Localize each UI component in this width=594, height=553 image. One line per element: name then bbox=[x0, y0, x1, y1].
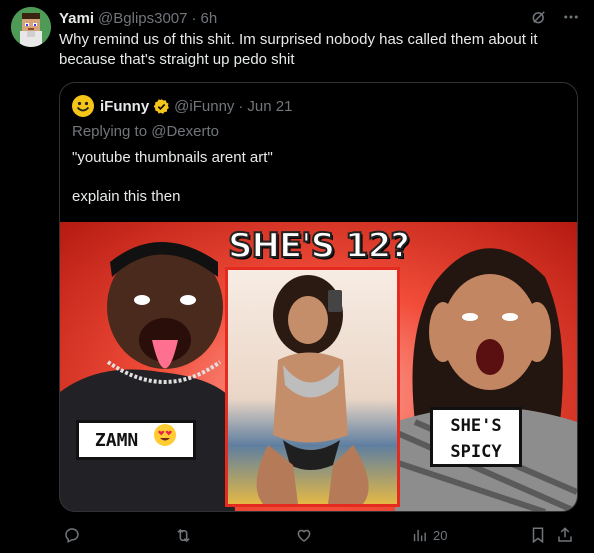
views-icon bbox=[411, 527, 428, 544]
caption-right-line1: SHE'S bbox=[450, 416, 502, 436]
views-count: 20 bbox=[433, 527, 448, 543]
replying-prefix: Replying to bbox=[72, 123, 148, 140]
post-header: Yami @Bglips3007 · 6h bbox=[59, 8, 217, 28]
post-text: Why remind us of this shit. Im surprised… bbox=[59, 31, 538, 68]
caption-right: SHE'S SPICY bbox=[430, 407, 522, 467]
reply-icon bbox=[63, 526, 81, 544]
grok-icon[interactable] bbox=[530, 8, 548, 26]
separator-dot: · bbox=[238, 97, 244, 115]
verified-badge-icon bbox=[153, 98, 170, 115]
bookmark-button[interactable] bbox=[529, 522, 547, 548]
reply-button[interactable] bbox=[63, 522, 81, 548]
like-button[interactable] bbox=[295, 522, 313, 548]
quote-media-image[interactable]: SHE'S 12? ZAMN SHE'S SPICY bbox=[60, 222, 577, 511]
retweet-button[interactable] bbox=[174, 522, 193, 548]
quote-author-handle[interactable]: @iFunny bbox=[174, 98, 234, 115]
retweet-icon bbox=[174, 526, 193, 545]
caption-right-line2: SPICY bbox=[450, 442, 502, 462]
share-icon bbox=[556, 526, 574, 544]
post-top-actions bbox=[530, 8, 580, 26]
quote-text-line2: explain this then bbox=[72, 188, 181, 205]
share-button[interactable] bbox=[556, 522, 574, 548]
caption-left-text: ZAMN bbox=[94, 430, 139, 451]
quoted-tweet[interactable]: iFunny @iFunny · Jun 21 Replying to @Dex… bbox=[59, 82, 578, 512]
author-handle[interactable]: @Bglips3007 bbox=[98, 10, 187, 27]
replying-mention[interactable]: @Dexerto bbox=[151, 123, 219, 140]
tweet[interactable]: Yami @Bglips3007 · 6h Why remind us of t… bbox=[0, 0, 594, 553]
post-actions-bar: 20 bbox=[59, 522, 578, 548]
quote-header: iFunny @iFunny · Jun 21 bbox=[72, 95, 292, 117]
quote-text-line1: "youtube thumbnails arent art" bbox=[72, 149, 273, 166]
heart-eyes-emoji-icon bbox=[153, 423, 177, 459]
quote-avatar[interactable] bbox=[72, 95, 94, 117]
caption-left: ZAMN bbox=[76, 420, 196, 460]
thumbnail-title: SHE'S 12? bbox=[227, 225, 411, 267]
like-icon bbox=[295, 526, 313, 544]
quote-date[interactable]: Jun 21 bbox=[247, 98, 292, 115]
post-time[interactable]: 6h bbox=[200, 10, 217, 27]
bookmark-icon bbox=[529, 526, 547, 544]
views-button[interactable]: 20 bbox=[411, 522, 447, 548]
center-photo-frame bbox=[225, 267, 400, 507]
author-name[interactable]: Yami bbox=[59, 10, 94, 27]
separator-dot: · bbox=[191, 9, 197, 27]
more-icon[interactable] bbox=[562, 8, 580, 26]
replying-to: Replying to @Dexerto bbox=[72, 123, 219, 140]
author-avatar[interactable] bbox=[11, 7, 51, 47]
quote-author-name[interactable]: iFunny bbox=[100, 98, 149, 115]
